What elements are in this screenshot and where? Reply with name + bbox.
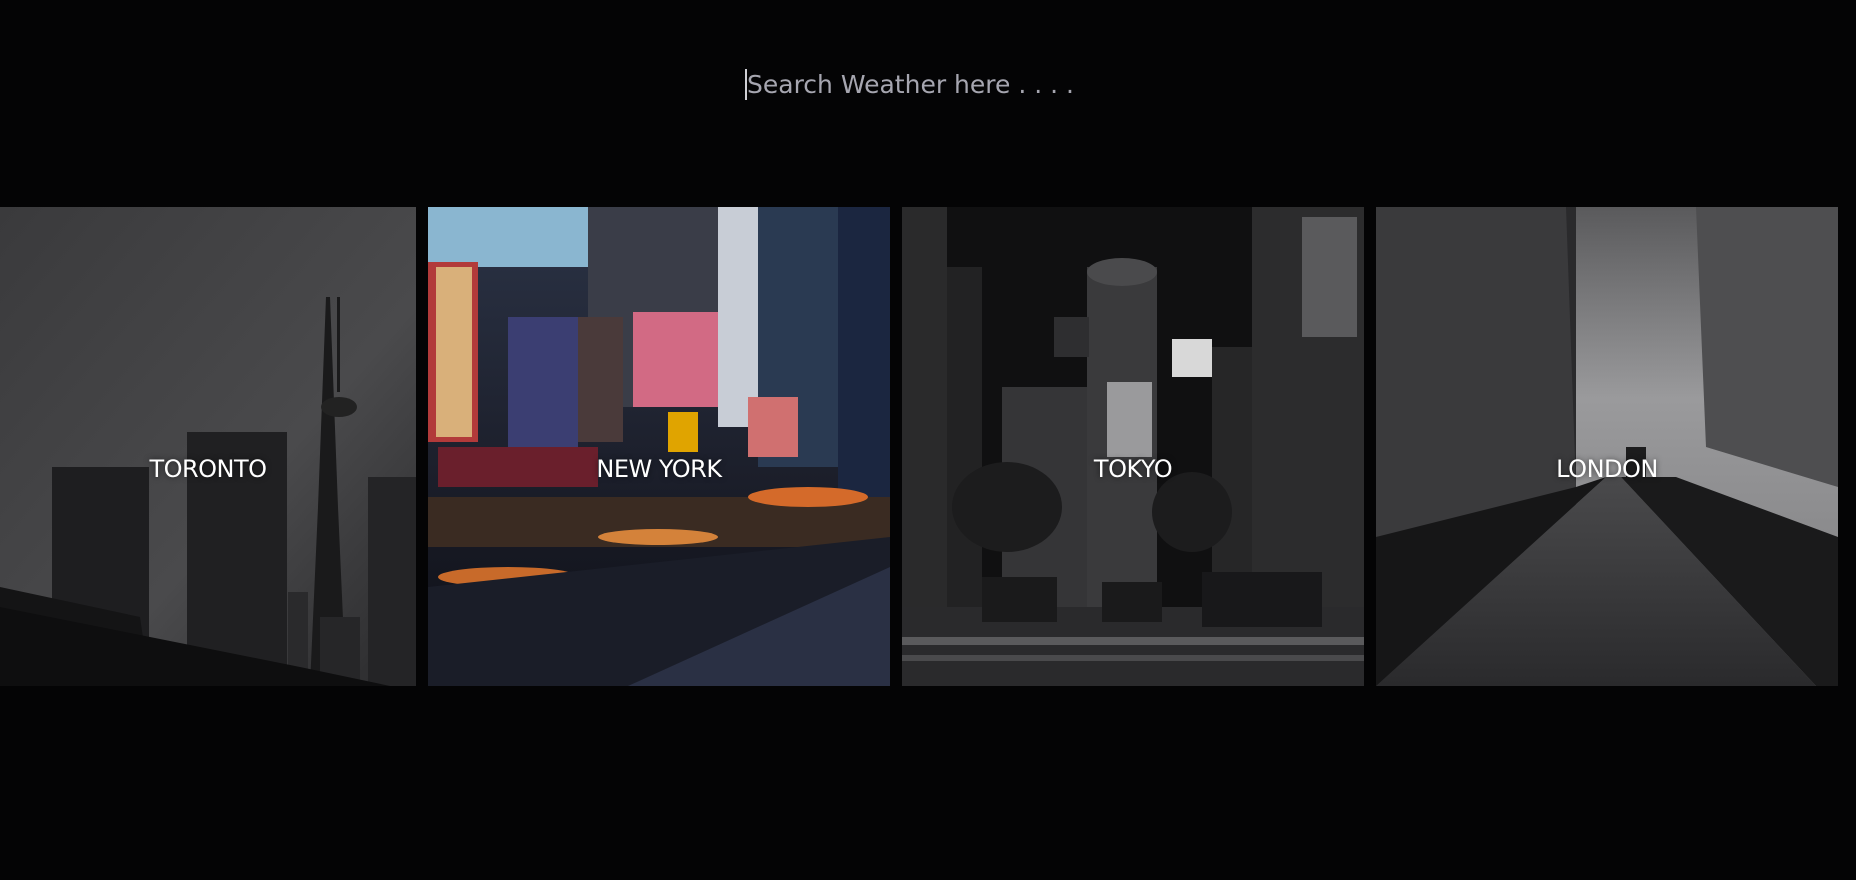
city-card-london[interactable]: LONDON	[1376, 207, 1838, 686]
text-caret	[745, 69, 747, 100]
tokyo-shibuya-image	[902, 207, 1364, 686]
city-name-new-york: NEW YORK	[596, 455, 722, 483]
new-york-times-square-image	[428, 207, 890, 686]
city-name-toronto: TORONTO	[149, 455, 267, 483]
toronto-skyline-image	[0, 207, 416, 686]
city-card-tokyo[interactable]: TOKYO	[902, 207, 1364, 686]
search-bar[interactable]	[745, 62, 1147, 106]
city-name-london: LONDON	[1556, 455, 1658, 483]
search-input[interactable]	[745, 62, 1147, 106]
city-card-new-york[interactable]: NEW YORK	[428, 207, 890, 686]
london-street-image	[1376, 207, 1838, 686]
city-name-tokyo: TOKYO	[1093, 455, 1173, 483]
city-cards: TORONTO NEW YORK TOKYO LONDON	[0, 207, 1856, 686]
city-card-toronto[interactable]: TORONTO	[0, 207, 416, 686]
